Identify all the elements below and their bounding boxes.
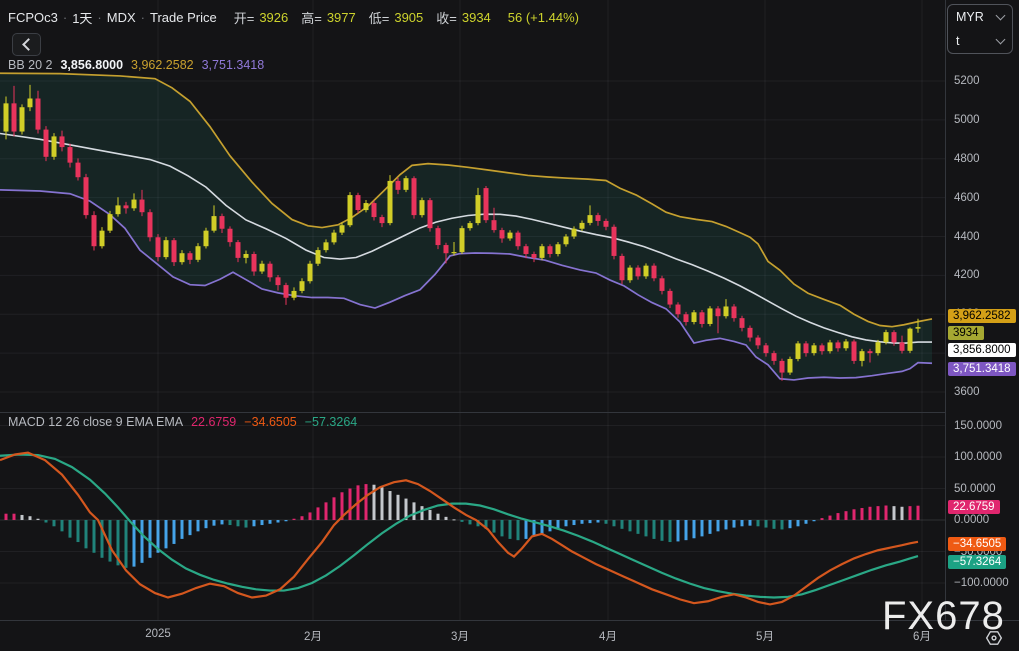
macd-line-value: −34.6505 [244,415,297,429]
macd-tick-label: 50.0000 [954,482,996,495]
high-label: 高= [301,11,322,26]
currency-value: MYR [956,10,984,24]
exchange-label: MDX [106,10,136,25]
time-axis[interactable]: 2025 2月 3月 4月 5月 6月 [0,620,1019,651]
hexagon-logo-icon[interactable] [983,627,1005,649]
macd-badge: 22.6759 [948,500,1000,514]
time-tick-label: 2月 [304,631,322,643]
currency-dropdown[interactable]: MYR [948,5,1012,29]
macd-title[interactable]: MACD 12 26 close 9 EMA EMA [8,415,183,429]
bb-upper-value: 3,962.2582 [131,58,194,72]
time-tick-label: 4月 [599,631,617,643]
macd-indicator-legend[interactable]: MACD 12 26 close 9 EMA EMA 22.6759 −34.6… [8,415,357,429]
bb-basis-value: 3,856.8000 [60,58,124,72]
bb-title[interactable]: BB 20 2 [8,58,52,72]
time-tick-label: 2025 [145,628,171,640]
back-button[interactable] [12,33,41,56]
macd-pane[interactable] [0,425,945,606]
price-tick-label: 4800 [954,152,980,165]
symbol-legend[interactable]: FCPOc3 · 1天 · MDX · Trade Price 开= 3926 高… [8,8,579,27]
time-tick-label: 6月 [913,631,931,643]
chevron-down-icon [995,34,1006,45]
price-tick-label: 4400 [954,230,980,243]
time-tick-label: 5月 [756,631,774,643]
open-value: 3926 [259,10,289,25]
legend-separator: · [97,10,102,25]
bb-indicator-legend[interactable]: BB 20 2 3,856.8000 3,962.2582 3,751.3418 [8,58,264,72]
macd-signal-line [0,453,919,599]
close-value: 3934 [461,10,491,25]
series-type-label: Trade Price [150,10,217,25]
macd-tick-label: 150.0000 [954,419,1002,432]
bb-fill [0,73,932,380]
chart-canvas[interactable] [0,0,945,620]
low-label: 低= [368,11,390,26]
time-tick-label: 3月 [451,631,469,643]
pane-separator[interactable] [0,412,1019,413]
price-axis[interactable]: 520050004800460044004200400038003600150.… [945,0,1019,620]
macd-tick-label: 0.0000 [954,514,990,526]
macd-tick-label: 100.0000 [954,451,1002,463]
change-value: 56 (+1.44%) [507,10,579,25]
price-badge: 3,962.2582 [948,309,1016,323]
close-label: 收= [436,11,457,26]
legend-separator: · [140,10,145,25]
price-badge: 3,856.8000 [948,343,1016,357]
macd-tick-label: −100.0000 [954,577,1009,589]
macd-hist-value: 22.6759 [191,415,237,429]
unit-value: t [956,34,960,48]
price-tick-label: 4200 [954,269,980,282]
price-badge: 3,751.3418 [948,362,1016,376]
legend-separator: · [62,10,68,25]
price-tick-label: 4600 [954,191,980,204]
interval-label[interactable]: 1天 [72,8,92,27]
symbol-name[interactable]: FCPOc3 [8,10,58,25]
unit-dropdown[interactable]: t [948,29,1012,53]
trading-chart-app: FCPOc3 · 1天 · MDX · Trade Price 开= 3926 高… [0,0,1019,651]
macd-badge: −34.6505 [948,537,1007,551]
price-badge: 3934 [948,326,984,340]
open-label: 开= [233,11,255,26]
main-pane[interactable] [0,72,945,393]
chevron-down-icon [995,10,1006,21]
chevron-left-icon [21,38,35,51]
macd-histogram [4,484,920,568]
macd-badge: −57.3264 [948,555,1007,569]
price-tick-label: 5000 [954,113,980,126]
macd-signal-value: −57.3264 [304,415,358,429]
bb-lower-value: 3,751.3418 [201,58,265,72]
symbol-toolbar: MYR t [947,4,1013,54]
price-tick-label: 5200 [954,75,980,87]
price-tick-label: 3600 [954,386,980,398]
low-value: 3905 [394,10,424,25]
high-value: 3977 [326,10,356,25]
